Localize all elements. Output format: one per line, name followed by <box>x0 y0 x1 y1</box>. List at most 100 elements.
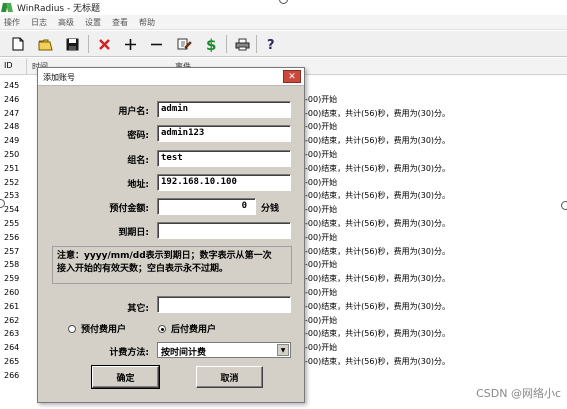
other-field[interactable] <box>157 296 291 313</box>
row-id[interactable]: 261 <box>4 300 19 313</box>
row-id[interactable]: 252 <box>4 176 19 189</box>
radio-selected <box>158 324 166 333</box>
open-icon[interactable] <box>37 36 53 52</box>
dialog-title-bar: 添加账号 ✕ <box>38 68 304 86</box>
row-id[interactable]: 260 <box>4 286 19 299</box>
ok-button[interactable]: 确定 <box>91 365 160 389</box>
expiry-date-field[interactable] <box>157 222 291 239</box>
username-field[interactable]: admin <box>157 101 291 118</box>
add-account-dialog: 添加账号 ✕ 用户名: admin 密码: admin123 组名: test … <box>37 67 305 403</box>
row-id[interactable]: 262 <box>4 314 19 327</box>
row-event[interactable]: -00)结束，共计(56)秒，费用为(30)分。 <box>305 107 450 120</box>
row-event[interactable]: -00)开始 <box>305 93 337 106</box>
toolbar-separator <box>226 35 227 53</box>
svg-text:?: ? <box>267 38 275 51</box>
print-icon[interactable] <box>234 36 250 52</box>
delete-icon[interactable] <box>96 36 112 52</box>
password-label: 密码: <box>127 131 149 141</box>
prepay-label: 预付金额: <box>109 204 149 214</box>
edit-icon[interactable] <box>176 36 192 52</box>
row-event[interactable]: -00)结束，共计(56)秒，费用为(30)分。 <box>305 245 450 258</box>
row-id[interactable]: 266 <box>4 369 19 382</box>
toolbar-separator <box>256 35 257 53</box>
address-field[interactable]: 192.168.10.100 <box>157 174 291 191</box>
row-event[interactable]: -00)开始 <box>305 286 337 299</box>
group-field[interactable]: test <box>157 150 291 167</box>
row-event[interactable]: -00)结束，共计(56)秒，费用为(30)分。 <box>305 189 450 202</box>
postpaid-user-radio[interactable]: 后付费用户 <box>158 322 216 335</box>
row-event[interactable]: -00)开始 <box>305 258 337 271</box>
menu-view[interactable]: 查看 <box>112 17 128 28</box>
menu-advanced[interactable]: 高级 <box>58 17 74 28</box>
row-id[interactable]: 263 <box>4 327 19 340</box>
row-event[interactable]: -00)开始 <box>305 231 337 244</box>
postpaid-user-label: 后付费用户 <box>171 325 217 335</box>
row-event[interactable]: -00)开始 <box>305 203 337 216</box>
toolbar-separator <box>88 35 89 53</box>
group-label: 组名: <box>127 156 149 166</box>
row-id[interactable]: 251 <box>4 162 19 175</box>
row-id[interactable]: 256 <box>4 231 19 244</box>
row-id[interactable]: 255 <box>4 217 19 230</box>
winradius-window: WinRadius - 无标题 操作 日志 高级 设置 查看 帮助 $ ? ID… <box>0 0 567 409</box>
watermark: CSDN @网络小c <box>476 387 561 400</box>
row-event[interactable]: -00)开始 <box>305 176 337 189</box>
dollar-icon[interactable]: $ <box>203 36 219 52</box>
menu-log[interactable]: 日志 <box>31 17 47 28</box>
save-icon[interactable] <box>64 36 80 52</box>
row-event[interactable]: -00)结束，共计(56)秒，费用为(30)分。 <box>305 327 450 340</box>
other-label: 其它: <box>127 304 149 314</box>
username-label: 用户名: <box>118 107 149 117</box>
row-id[interactable]: 248 <box>4 120 19 133</box>
chevron-down-icon[interactable]: ▼ <box>277 344 289 356</box>
row-event[interactable]: -00)结束，共计(56)秒，费用为(30)分。 <box>305 355 450 368</box>
help-icon[interactable]: ? <box>264 36 280 52</box>
row-event[interactable]: -00)结束，共计(56)秒，费用为(30)分。 <box>305 300 450 313</box>
close-icon[interactable]: ✕ <box>283 70 301 83</box>
billing-method-select[interactable]: 按时间计费 ▼ <box>157 342 291 358</box>
menu-settings[interactable]: 设置 <box>85 17 101 28</box>
row-id[interactable]: 247 <box>4 107 19 120</box>
address-label: 地址: <box>127 180 149 190</box>
row-event[interactable]: -00)结束，共计(56)秒，费用为(30)分。 <box>305 272 450 285</box>
row-id[interactable]: 249 <box>4 134 19 147</box>
row-id[interactable]: 264 <box>4 341 19 354</box>
menu-help[interactable]: 帮助 <box>139 17 155 28</box>
billing-method-label: 计费方法: <box>109 348 149 358</box>
row-id[interactable]: 259 <box>4 272 19 285</box>
row-event[interactable]: -00)开始 <box>305 314 337 327</box>
row-id[interactable]: 265 <box>4 355 19 368</box>
prepaid-user-label: 预付费用户 <box>81 325 127 335</box>
row-id[interactable]: 258 <box>4 258 19 271</box>
row-id[interactable]: 245 <box>4 79 19 92</box>
menu-operate[interactable]: 操作 <box>4 17 20 28</box>
row-event[interactable]: -00)开始 <box>305 120 337 133</box>
column-id[interactable]: ID <box>4 61 13 70</box>
prepay-unit: 分钱 <box>261 204 280 214</box>
dialog-title: 添加账号 <box>43 73 75 82</box>
new-icon[interactable] <box>10 36 26 52</box>
row-id[interactable]: 250 <box>4 148 19 161</box>
row-event[interactable]: -00)结束，共计(56)秒，费用为(30)分。 <box>305 134 450 147</box>
expiry-note: 注意：yyyy/mm/dd表示到期日；数字表示从第一次 接入开始的有效天数；空白… <box>52 246 292 284</box>
prepaid-user-radio[interactable]: 预付费用户 <box>68 322 126 335</box>
row-id[interactable]: 253 <box>4 189 19 202</box>
remove-icon[interactable] <box>148 36 164 52</box>
column-divider[interactable] <box>26 58 27 75</box>
expiry-label: 到期日: <box>118 228 149 238</box>
toolbar: $ ? <box>0 31 567 57</box>
prepay-amount-field[interactable]: 0 <box>157 198 256 215</box>
row-event[interactable]: -00)结束，共计(56)秒，费用为(30)分。 <box>305 162 450 175</box>
svg-text:$: $ <box>206 37 216 52</box>
row-id[interactable]: 257 <box>4 245 19 258</box>
row-event[interactable]: -00)开始 <box>305 148 337 161</box>
cancel-button[interactable]: 取消 <box>196 366 263 388</box>
password-field[interactable]: admin123 <box>157 125 291 142</box>
row-id[interactable]: 246 <box>4 93 19 106</box>
add-icon[interactable] <box>122 36 138 52</box>
resize-handle[interactable] <box>561 201 567 210</box>
note-line-1: 注意：yyyy/mm/dd表示到期日；数字表示从第一次 <box>57 251 272 261</box>
row-id[interactable]: 254 <box>4 203 19 216</box>
row-event[interactable]: -00)结束，共计(56)秒，费用为(30)分。 <box>305 217 450 230</box>
row-event[interactable]: -00)开始 <box>305 341 337 354</box>
